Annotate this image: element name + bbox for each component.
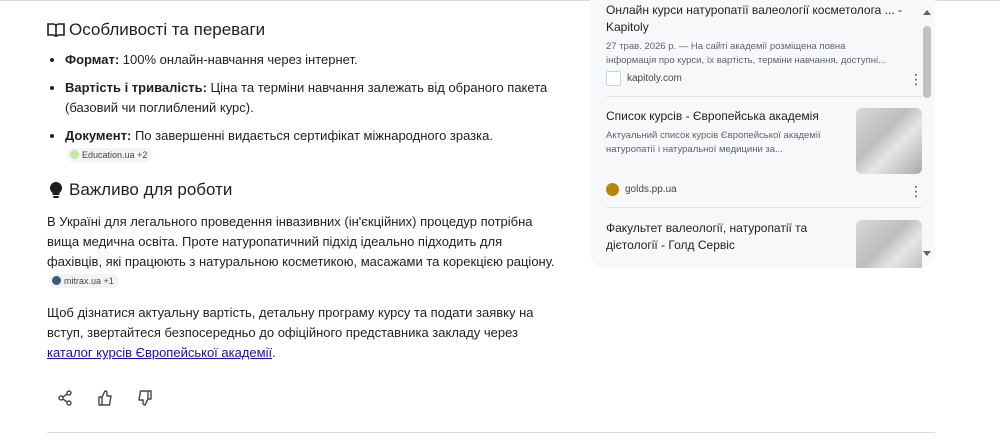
source-title: Список курсів - Європейська академія xyxy=(606,109,819,123)
mitrax-favicon-icon xyxy=(52,276,61,285)
source-thumbnail xyxy=(856,108,922,174)
source-title: Факультет валеології, натуропатії та діє… xyxy=(606,221,808,252)
paragraph: В Україні для легального проведення інва… xyxy=(47,214,555,288)
section-heading-important: Важливо для роботи xyxy=(47,174,557,206)
source-title: Онлайн курси натуропатії валеології косм… xyxy=(606,3,903,34)
source-site: kapitoly.com xyxy=(606,71,682,86)
source-card[interactable]: Факультет валеології, натуропатії та діє… xyxy=(606,220,922,268)
section-heading-features: Особливості та переваги xyxy=(47,14,557,46)
list-item: Формат: 100% онлайн-навчання через інтер… xyxy=(65,50,557,70)
lightbulb-icon xyxy=(47,181,65,199)
scrollbar[interactable] xyxy=(921,6,933,258)
section-title: Особливості та переваги xyxy=(69,20,266,39)
source-card[interactable]: Онлайн курси натуропатії валеології косм… xyxy=(606,2,923,92)
book-icon xyxy=(47,21,65,39)
source-site: golds.pp.ua xyxy=(606,183,677,196)
ai-answer: Особливості та переваги Формат: 100% онл… xyxy=(47,14,557,363)
source-chip[interactable]: mitrax.ua +1 xyxy=(49,273,119,288)
card-divider xyxy=(606,207,922,208)
kapitoly-favicon-icon xyxy=(606,71,621,86)
share-button[interactable] xyxy=(55,388,75,408)
list-item: Вартість і тривалість: Ціна та терміни н… xyxy=(65,78,557,118)
catalog-link[interactable]: каталог курсів Європейської академії xyxy=(47,345,272,360)
thumbs-down-button[interactable] xyxy=(135,388,155,408)
list-item: Документ: По завершенні видається сертиф… xyxy=(65,126,557,166)
education-favicon-icon xyxy=(70,150,79,159)
sources-panel: Онлайн курси натуропатії валеології косм… xyxy=(590,0,935,268)
thumbs-down-icon xyxy=(138,390,152,406)
golds-favicon-icon xyxy=(606,183,619,196)
scrollbar-thumb[interactable] xyxy=(923,26,931,98)
source-chip[interactable]: Education.ua +2 xyxy=(67,147,153,162)
scroll-down-icon[interactable] xyxy=(923,251,931,256)
source-card[interactable]: Список курсів - Європейська академія Акт… xyxy=(606,108,923,199)
source-snippet: Актуальний список курсів Європейської ак… xyxy=(606,130,821,155)
thumbs-up-button[interactable] xyxy=(95,388,115,408)
paragraph: Щоб дізнатися актуальну вартість, деталь… xyxy=(47,305,534,360)
card-divider xyxy=(606,96,922,97)
features-list: Формат: 100% онлайн-навчання через інтер… xyxy=(47,50,557,166)
thumbs-up-icon xyxy=(98,390,112,406)
source-snippet: 27 трав. 2026 р. — На сайті академії роз… xyxy=(606,41,887,66)
scroll-up-icon[interactable] xyxy=(923,10,931,15)
share-icon xyxy=(58,390,72,406)
bottom-divider xyxy=(47,432,935,433)
feedback-actions xyxy=(55,388,155,408)
source-thumbnail xyxy=(856,220,922,268)
section-title: Важливо для роботи xyxy=(69,180,233,199)
